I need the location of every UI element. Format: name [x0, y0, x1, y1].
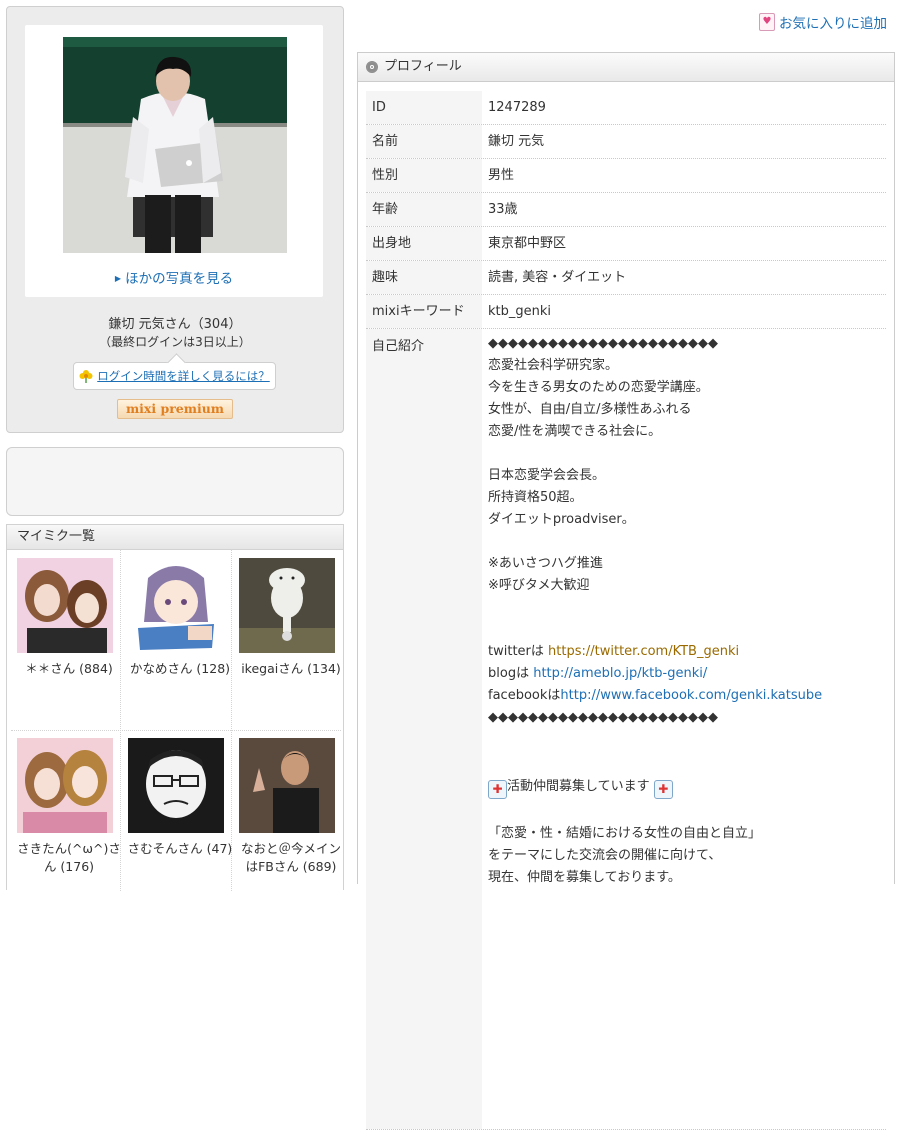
profile-photo[interactable]: [63, 37, 287, 253]
bullet-circle-icon: [366, 61, 378, 73]
intro-line: 日本恋愛学会会長。: [488, 468, 606, 483]
friend-name[interactable]: なおと＠今メインはFBさん (689): [235, 840, 347, 876]
intro-line: 現在、仲間を募集しております。: [488, 870, 681, 885]
profile-row-keyword: mixiキーワード ktb_genki: [366, 295, 886, 329]
row-key: ID: [366, 91, 482, 124]
friend-photo: [239, 738, 335, 833]
row-value: 1247289: [488, 100, 546, 115]
intro-line: 女性が、自由/自立/多様性あふれる: [488, 402, 692, 417]
intro-line: 所持資格50超。: [488, 490, 583, 505]
hospital-icon: ✚: [653, 780, 673, 799]
add-favorite-link[interactable]: ♥ お気に入りに追加: [759, 12, 887, 32]
row-value: 読書, 美容・ダイエット: [488, 270, 627, 285]
profile-row-id: ID 1247289: [366, 91, 886, 125]
triangle-right-icon: ▶: [114, 274, 122, 283]
heart-bookmark-icon: ♥: [759, 13, 775, 31]
profile-row-intro: 自己紹介 ◆◆◆◆◆◆◆◆◆◆◆◆◆◆◆◆◆◆◆◆◆◆◆ 恋愛社会科学研究家。 …: [366, 329, 886, 1130]
friend-name[interactable]: ikegaiさん (134): [235, 660, 347, 678]
diamond-divider: ◆◆◆◆◆◆◆◆◆◆◆◆◆◆◆◆◆◆◆◆◆◆◆: [488, 336, 718, 351]
friend-avatar[interactable]: [128, 558, 224, 653]
friend-name[interactable]: さきたん(^ω^)さん (176): [13, 840, 125, 876]
facebook-label: facebookは: [488, 688, 561, 703]
blog-link[interactable]: http://ameblo.jp/ktb-genki/: [533, 666, 707, 681]
intro-line: ダイエットproadviser。: [488, 512, 635, 527]
friend-avatar[interactable]: [128, 738, 224, 833]
row-value: 鎌切 元気: [488, 134, 545, 149]
mymixi-list-title: マイミク一覧: [7, 525, 343, 550]
friend-photo: [17, 558, 113, 653]
friend-photo: [17, 738, 113, 833]
row-key: 名前: [366, 125, 482, 158]
friend-avatar[interactable]: [239, 738, 335, 833]
profile-row-hobby: 趣味 読書, 美容・ダイエット: [366, 261, 886, 295]
facebook-line: facebookはhttp://www.facebook.com/genki.k…: [488, 685, 886, 707]
intro-line: 恋愛/性を満喫できる社会に。: [488, 424, 662, 439]
blog-line: blogは http://ameblo.jp/ktb-genki/: [488, 663, 886, 685]
row-value: 東京都中野区: [488, 236, 567, 251]
left-column: ▶ ほかの写真を見る 鎌切 元気さん（304） （最終ログインは3日以上） ログイ…: [6, 6, 344, 891]
profile-row-name: 名前 鎌切 元気: [366, 125, 886, 159]
intro-line: 今を生きる男女のための恋愛学講座。: [488, 380, 709, 395]
row-value: ktb_genki: [488, 304, 552, 319]
friend-name[interactable]: さむそんさん (47): [124, 840, 236, 858]
blog-label: blogは: [488, 666, 530, 681]
row-key: 趣味: [366, 261, 482, 294]
profile-section: プロフィール ID 1247289 名前 鎌切 元気 性別 男性 年齢 33歳 …: [357, 52, 895, 1130]
row-key: 出身地: [366, 227, 482, 260]
row-key: 性別: [366, 159, 482, 192]
more-photos-label: ほかの写真を見る: [125, 271, 234, 287]
twitter-label: twitterは: [488, 644, 544, 659]
row-key: 自己紹介: [366, 329, 482, 1129]
user-name: 鎌切 元気さん（304）: [108, 317, 242, 332]
profile-table: ID 1247289 名前 鎌切 元気 性別 男性 年齢 33歳 出身地 東京都…: [366, 91, 886, 1130]
row-key: mixiキーワード: [366, 295, 482, 328]
profile-row-hometown: 出身地 東京都中野区: [366, 227, 886, 261]
intro-line: 恋愛社会科学研究家。: [488, 358, 619, 373]
recruit-text: 活動仲間募集しています: [507, 779, 650, 794]
row-divider: [11, 730, 341, 731]
login-time-help-link[interactable]: ログイン時間を詳しく見るには？: [73, 353, 276, 390]
intro-line: をテーマにした交流会の開催に向けて、: [488, 848, 722, 863]
photo-frame: ▶ ほかの写真を見る: [25, 25, 323, 297]
friend-illustration: [239, 558, 335, 653]
hospital-icon: ✚: [488, 780, 507, 799]
login-help-label: ログイン時間を詳しく見るには？: [97, 369, 270, 383]
friend-avatar[interactable]: [17, 738, 113, 833]
profile-photo-panel: ▶ ほかの写真を見る 鎌切 元気さん（304） （最終ログインは3日以上） ログイ…: [6, 6, 344, 433]
friend-name[interactable]: ＊＊さん (884): [13, 660, 125, 678]
profile-photo-image: [63, 37, 287, 253]
friend-drawing: [128, 738, 224, 833]
last-login-status: （最終ログインは3日以上）: [99, 335, 251, 349]
row-key: 年齢: [366, 193, 482, 226]
add-favorite-label: お気に入りに追加: [779, 16, 887, 32]
more-photos-link[interactable]: ▶ ほかの写真を見る: [25, 267, 323, 287]
friend-name[interactable]: かなめさん (128): [124, 660, 236, 678]
diamond-divider: ◆◆◆◆◆◆◆◆◆◆◆◆◆◆◆◆◆◆◆◆◆◆◆: [488, 710, 718, 725]
twitter-link[interactable]: https://twitter.com/KTB_genki: [548, 644, 739, 659]
friend-avatar[interactable]: [17, 558, 113, 653]
profile-title: プロフィール: [384, 59, 462, 74]
intro-line: ※あいさつハグ推進: [488, 556, 603, 571]
intro-line: 「恋愛・性・結婚における女性の自由と自立」: [488, 826, 762, 841]
profile-header: プロフィール: [358, 53, 894, 82]
row-value: 男性: [488, 168, 515, 183]
facebook-link[interactable]: http://www.facebook.com/genki.katsube: [560, 688, 822, 703]
friend-avatar[interactable]: [239, 558, 335, 653]
flower-icon: [79, 370, 93, 383]
mymixi-list-panel: マイミク一覧 ＊＊さん (884) かなめさん (128) ikegaiさん (…: [6, 524, 347, 891]
profile-row-age: 年齢 33歳: [366, 193, 886, 227]
intro-line: ※呼びタメ大歓迎: [488, 578, 590, 593]
row-value: 33歳: [488, 202, 518, 217]
intro-text: ◆◆◆◆◆◆◆◆◆◆◆◆◆◆◆◆◆◆◆◆◆◆◆ 恋愛社会科学研究家。 今を生きる…: [482, 329, 886, 1129]
twitter-line: twitterは https://twitter.com/KTB_genki: [488, 641, 886, 663]
profile-row-gender: 性別 男性: [366, 159, 886, 193]
recruit-line: ✚ 活動仲間募集しています ✚: [488, 773, 886, 801]
empty-panel: [6, 447, 344, 516]
mixi-premium-badge[interactable]: mixi premium: [117, 399, 233, 419]
friend-illustration: [128, 558, 224, 653]
